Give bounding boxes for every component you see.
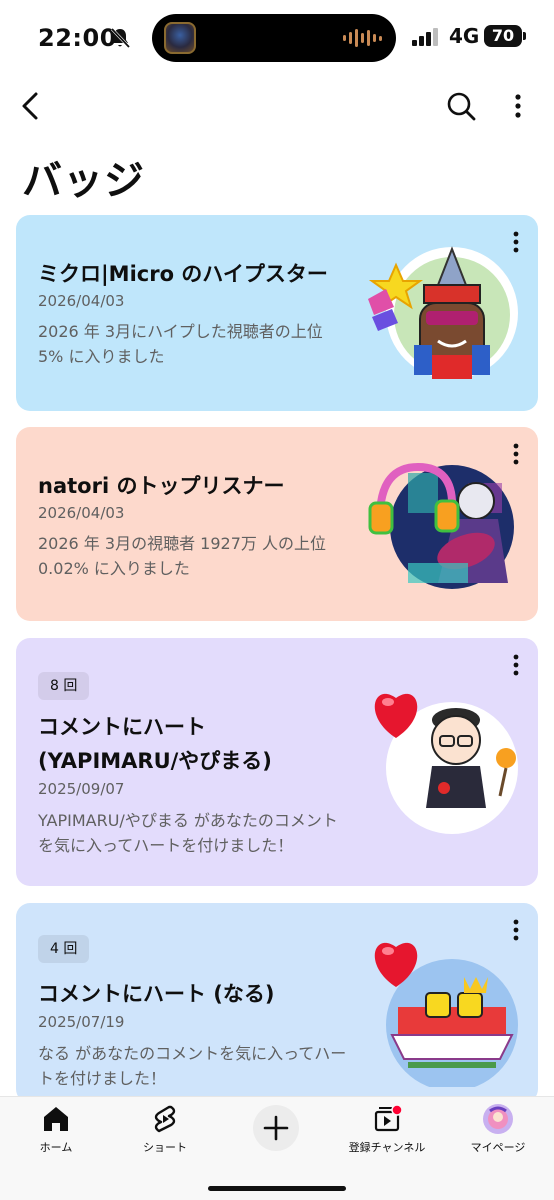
- count-badge: 4 回: [38, 935, 90, 963]
- badge-title: コメントにハート (なる): [38, 982, 275, 1006]
- nav-shorts-label: ショート: [143, 1141, 187, 1154]
- badge-card-hypester[interactable]: ミクロ|Micro のハイプスター 2026/04/03 2026 年 3月にハ…: [16, 215, 538, 411]
- heart-badge-image: [374, 942, 518, 1087]
- badge-description: YAPIMARU/やぴまる があなたのコメントを気に入ってハートを付けました！: [38, 811, 338, 855]
- badge-date: 2026/04/03: [38, 292, 125, 310]
- badge-date: 2026/04/03: [38, 504, 125, 522]
- bell-muted-icon: [110, 27, 130, 49]
- bottom-navigation: ホーム ショート 登録チャンネル マイページ: [0, 1096, 554, 1200]
- network-type: 4G: [449, 24, 480, 48]
- badge-description: 2026 年 3月の視聴者 1927万 人の上位 0.02% に入りました: [38, 534, 326, 578]
- signal-icon: [412, 28, 438, 46]
- home-indicator[interactable]: [208, 1186, 346, 1191]
- battery-indicator: 70: [484, 25, 526, 47]
- nav-shorts[interactable]: ショート: [115, 1103, 215, 1155]
- status-time: 22:00: [38, 24, 117, 52]
- card-more-icon[interactable]: [506, 652, 526, 678]
- badge-card-heart-yapimaru[interactable]: 8 回 コメントにハート (YAPIMARU/やぴまる) 2025/09/07 …: [16, 638, 538, 886]
- nav-subscriptions-label: 登録チャンネル: [348, 1141, 426, 1154]
- status-bar: 22:00 4G 70: [0, 0, 554, 76]
- now-playing-thumbnail: [164, 22, 196, 54]
- audio-wave-icon: [343, 28, 382, 48]
- badge-card-top-listener[interactable]: natori のトップリスナー 2026/04/03 2026 年 3月の視聴者…: [16, 427, 538, 621]
- dynamic-island[interactable]: [152, 14, 396, 62]
- more-vert-icon[interactable]: [500, 88, 536, 124]
- create-button[interactable]: [253, 1105, 299, 1151]
- badge-title: ミクロ|Micro のハイプスター: [38, 262, 328, 286]
- nav-subscriptions[interactable]: 登録チャンネル: [337, 1103, 437, 1155]
- avatar: [483, 1104, 513, 1134]
- top-listener-badge-image: [368, 461, 518, 593]
- badge-description: 2026 年 3月にハイプした視聴者の上位 5% に入りました: [38, 322, 323, 366]
- badge-title-line2: (YAPIMARU/やぴまる): [38, 749, 272, 773]
- badge-description: なる があなたのコメントを気に入ってハートを付けました！: [38, 1044, 347, 1088]
- badge-date: 2025/07/19: [38, 1013, 125, 1031]
- badge-card-heart-naru[interactable]: 4 回 コメントにハート (なる) 2025/07/19 なる があなたのコメン…: [16, 903, 538, 1103]
- badge-title-line1: コメントにハート: [38, 715, 206, 739]
- badge-date: 2025/09/07: [38, 780, 125, 798]
- hypester-badge-image: [368, 246, 518, 379]
- count-badge: 8 回: [38, 672, 90, 700]
- subscriptions-icon: [374, 1104, 403, 1132]
- back-arrow-icon[interactable]: [14, 88, 50, 124]
- search-icon[interactable]: [443, 88, 479, 124]
- page-title: バッジ: [22, 158, 145, 204]
- nav-home-label: ホーム: [39, 1141, 73, 1154]
- home-icon: [44, 1107, 68, 1131]
- nav-mypage-label: マイページ: [470, 1141, 526, 1154]
- plus-icon: [263, 1115, 289, 1141]
- heart-badge-image: [374, 693, 518, 834]
- shorts-icon: [154, 1105, 176, 1133]
- nav-mypage[interactable]: マイページ: [448, 1103, 548, 1155]
- badge-title: natori のトップリスナー: [38, 474, 285, 498]
- nav-home[interactable]: ホーム: [6, 1103, 106, 1155]
